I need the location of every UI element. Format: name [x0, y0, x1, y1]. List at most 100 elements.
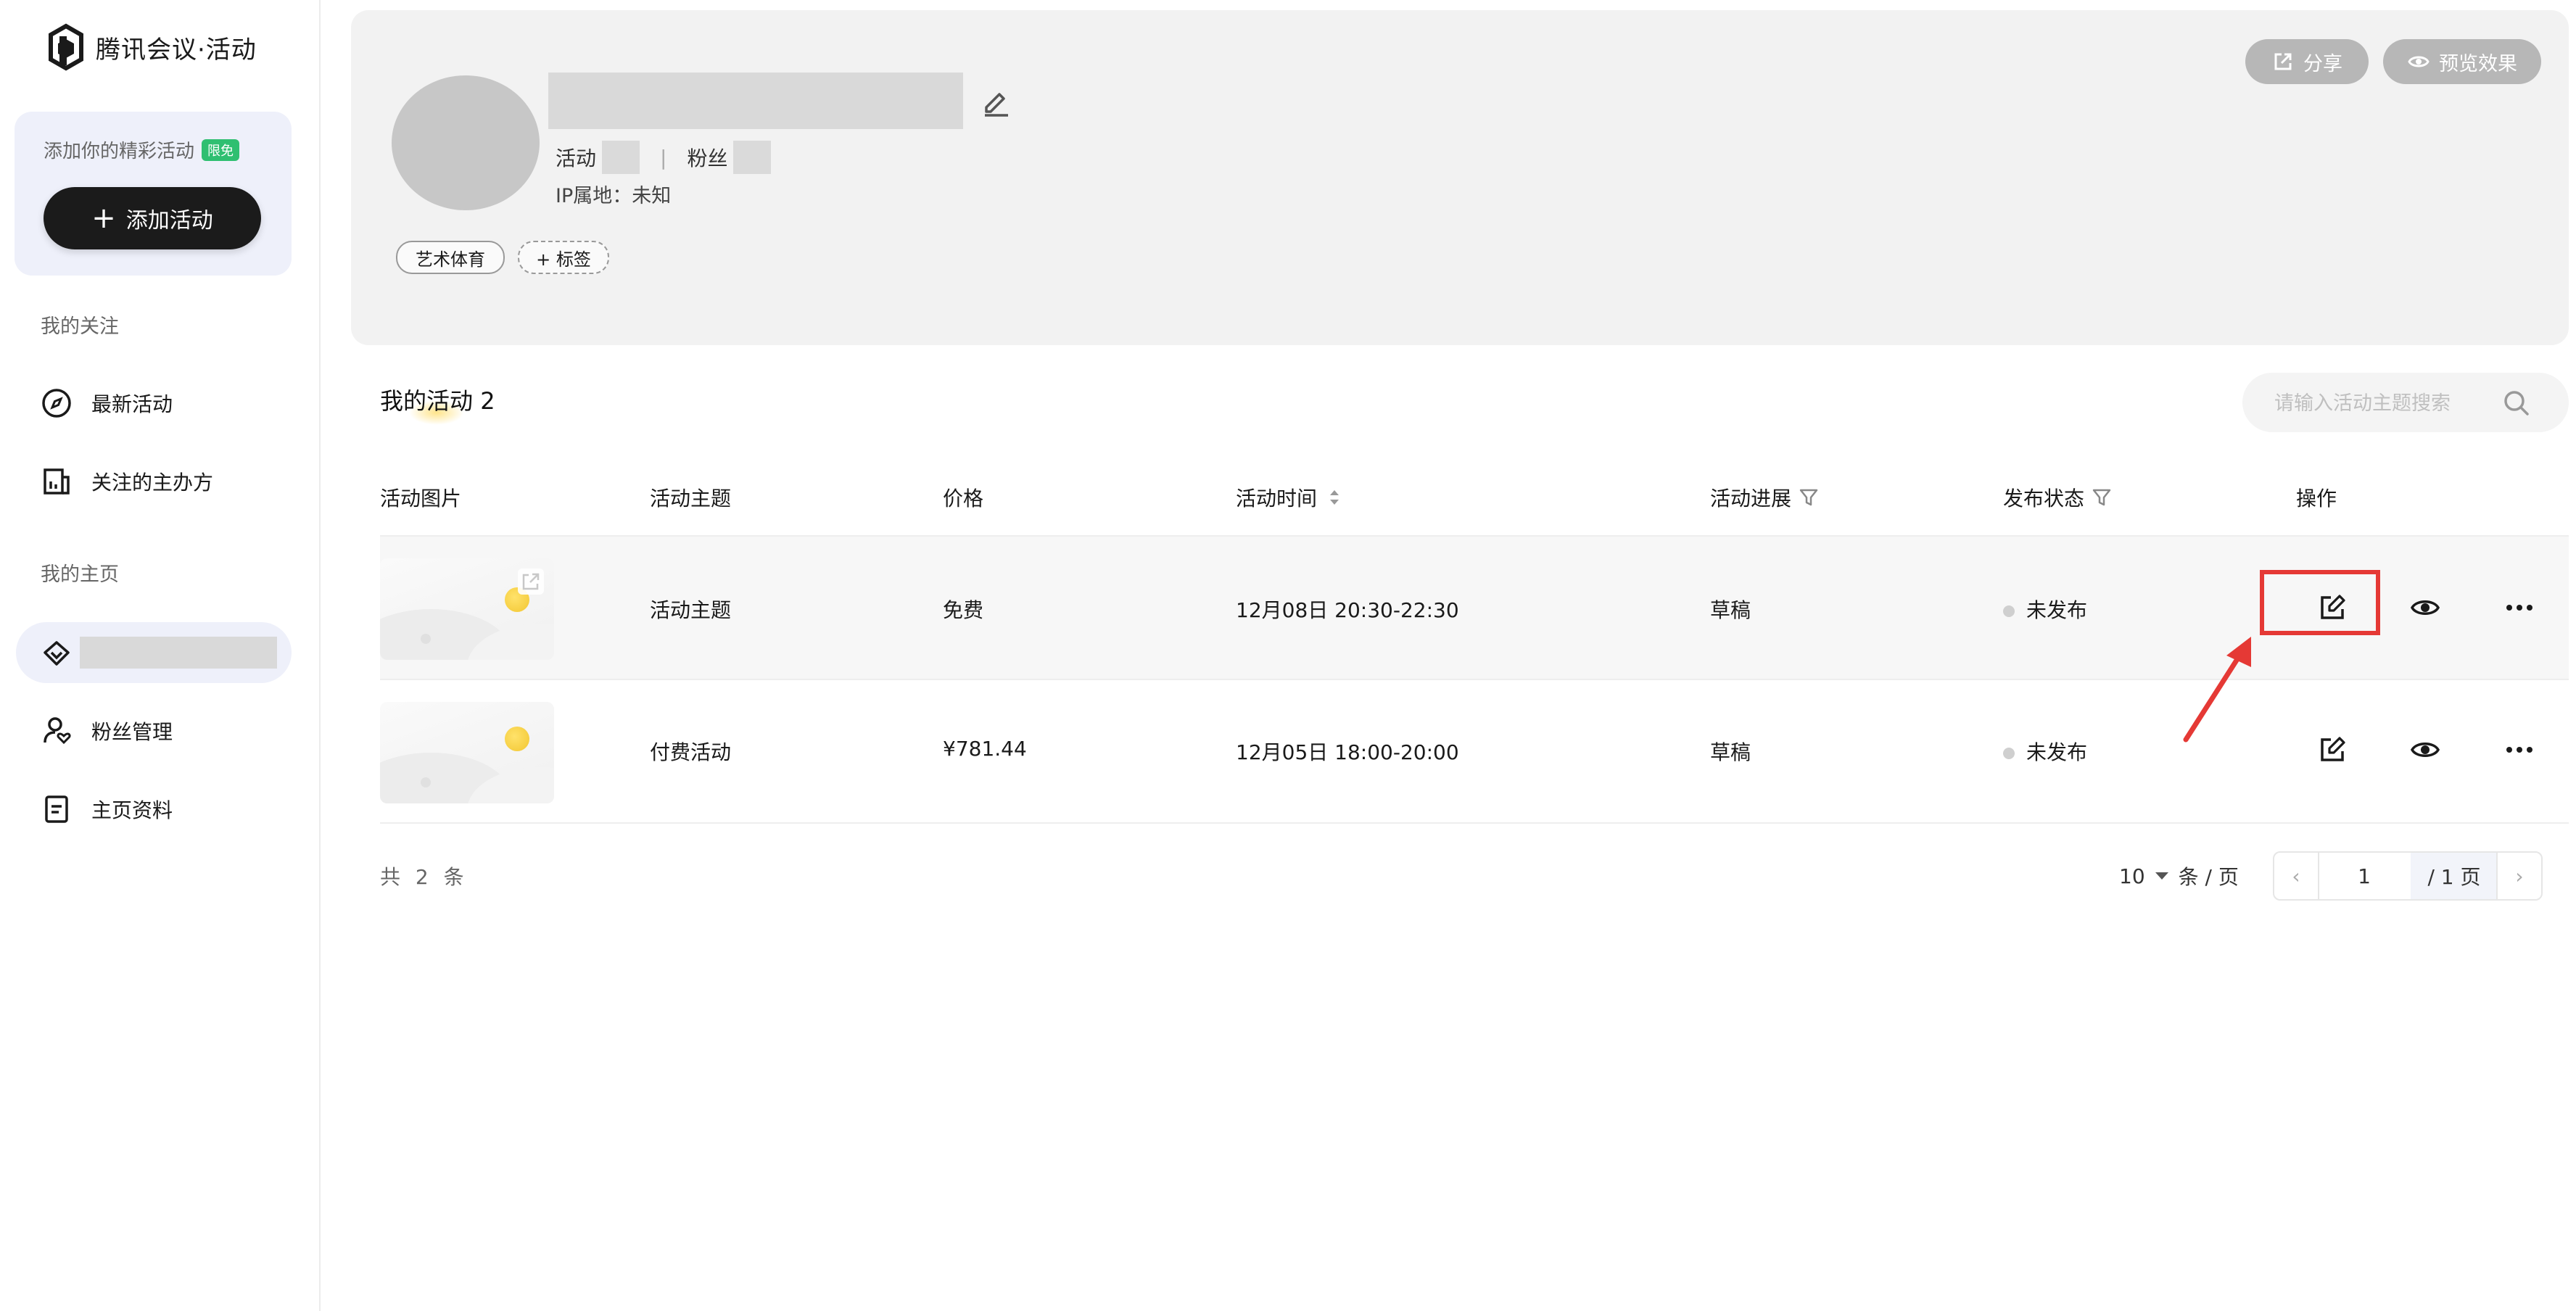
sort-icon[interactable]: [1324, 487, 1345, 508]
edit-pen-icon[interactable]: [979, 84, 1012, 117]
column-label: 活动进展: [1710, 487, 1792, 510]
my-activities-title: 我的活动 2: [380, 383, 495, 416]
chevron-left-icon: ‹: [2292, 864, 2300, 888]
share-label: 分享: [2303, 52, 2342, 75]
stat-fans-label: 粉丝: [687, 146, 728, 170]
activity-thumbnail[interactable]: [380, 702, 554, 803]
column-label: 价格: [943, 487, 984, 510]
caret-down-icon: [2155, 872, 2168, 880]
activity-progress: 草稿: [1710, 740, 1751, 764]
page-size-value: 10: [2119, 864, 2145, 888]
activity-price: ¥781.44: [943, 737, 1027, 761]
column-header-status[interactable]: 发布状态: [2003, 483, 2112, 512]
preview-label: 预览效果: [2439, 52, 2517, 75]
page-size-selector[interactable]: 10 条 / 页: [2119, 861, 2239, 890]
stat-divider: |: [660, 145, 667, 170]
sidebar-item-my-homepage[interactable]: [16, 622, 292, 683]
column-label: 活动主题: [650, 487, 732, 510]
thumbnail-dot: [421, 777, 431, 787]
search-icon[interactable]: [2501, 387, 2532, 419]
compass-icon: [42, 389, 71, 418]
external-link-icon[interactable]: [518, 568, 544, 595]
eye-icon: [2408, 56, 2430, 67]
add-tag-button[interactable]: + 标签: [518, 241, 609, 274]
stat-activity-label: 活动: [556, 146, 597, 170]
page-total: / 1 页: [2411, 853, 2498, 899]
sidebar-item-label: 关注的主办方: [91, 471, 214, 495]
brand-logo[interactable]: 腾讯会议·活动: [46, 22, 257, 73]
activity-time: 12月05日 18:00-20:00: [1236, 740, 1459, 764]
publish-status: 未发布: [2003, 595, 2087, 624]
column-header-progress[interactable]: 活动进展: [1710, 483, 1819, 512]
add-activity-label: 添加活动: [125, 208, 213, 233]
column-label: 操作: [2296, 487, 2337, 510]
stat-activity-value-placeholder: [602, 141, 640, 174]
more-options-icon[interactable]: [2503, 592, 2535, 624]
chevron-right-icon: ›: [2515, 864, 2524, 888]
add-activity-button[interactable]: + 添加活动: [44, 187, 261, 249]
thumbnail-sun: [505, 727, 529, 751]
filter-icon[interactable]: [1799, 487, 1819, 508]
status-label: 未发布: [2026, 598, 2088, 622]
promo-card: 添加你的精彩活动 限免 + 添加活动: [15, 112, 292, 276]
column-header-image: 活动图片: [380, 483, 461, 512]
activity-thumbnail[interactable]: [380, 558, 554, 660]
avatar[interactable]: [392, 75, 540, 210]
tencent-meeting-logo-icon: [49, 23, 83, 71]
activity-search-box[interactable]: [2242, 373, 2569, 432]
sidebar: 腾讯会议·活动 添加你的精彩活动 限免 + 添加活动 我的关注 最新活动 关注的…: [0, 0, 321, 1311]
organizer-icon: [44, 468, 70, 495]
sidebar-item-label: 主页资料: [91, 798, 173, 822]
profile-stats: 活动 | 粉丝: [556, 141, 772, 174]
promo-title: 添加你的精彩活动 限免: [44, 136, 240, 163]
edit-highlight-box: [2260, 570, 2380, 635]
total-count: 共 2 条: [380, 865, 468, 889]
ip-location: IP属地：未知: [556, 185, 672, 207]
column-header-price: 价格: [943, 483, 983, 512]
publish-status: 未发布: [2003, 737, 2087, 766]
sidebar-item-followed-organizers[interactable]: 关注的主办方: [41, 460, 213, 503]
annotation-arrow-icon: [2183, 637, 2251, 743]
tag-art-sports[interactable]: 艺术体育: [396, 241, 505, 274]
promo-title-text: 添加你的精彩活动: [44, 141, 195, 162]
column-header-topic: 活动主题: [650, 483, 731, 512]
page-size-unit: 条 / 页: [2178, 865, 2239, 889]
preview-button[interactable]: 预览效果: [2383, 39, 2541, 84]
search-input[interactable]: [2273, 386, 2515, 421]
more-options-icon[interactable]: [2503, 734, 2535, 766]
column-header-time[interactable]: 活动时间: [1236, 483, 1345, 512]
sidebar-item-label: 粉丝管理: [91, 720, 173, 744]
edit-icon[interactable]: [2316, 734, 2348, 766]
activity-topic: 付费活动: [650, 740, 732, 764]
sidebar-item-label: 最新活动: [91, 392, 173, 416]
sidebar-item-fans-management[interactable]: 粉丝管理: [41, 709, 173, 753]
table-divider: [380, 822, 2569, 824]
column-label: 活动时间: [1236, 487, 1318, 510]
filter-icon[interactable]: [2092, 487, 2112, 508]
thumbnail-dot: [421, 634, 431, 644]
sidebar-item-latest-activities[interactable]: 最新活动: [41, 381, 173, 425]
current-page-input[interactable]: 1: [2319, 853, 2409, 899]
share-icon: [2274, 53, 2292, 70]
view-eye-icon[interactable]: [2409, 592, 2441, 624]
activity-time: 12月08日 20:30-22:30: [1236, 598, 1459, 622]
section-my-home: 我的主页: [41, 563, 119, 586]
stat-fans-value-placeholder: [733, 141, 772, 174]
sidebar-item-homepage-profile[interactable]: 主页资料: [41, 787, 173, 831]
profile-name-placeholder: [548, 73, 963, 129]
next-page-button[interactable]: ›: [2496, 853, 2541, 899]
column-label: 活动图片: [380, 487, 462, 510]
my-activities-label: 我的活动: [380, 387, 474, 415]
column-header-actions: 操作: [2296, 483, 2337, 512]
pagination: ‹ 1 / 1 页 ›: [2273, 851, 2543, 901]
column-label: 发布状态: [2003, 487, 2085, 510]
activity-progress: 草稿: [1710, 598, 1751, 622]
user-heart-icon: [44, 717, 71, 745]
activity-topic: 活动主题: [650, 598, 732, 622]
view-eye-icon[interactable]: [2409, 734, 2441, 766]
profile-header-card: 活动 | 粉丝 IP属地：未知 艺术体育 + 标签 分享 预览效果: [351, 10, 2569, 345]
prev-page-button[interactable]: ‹: [2274, 853, 2319, 899]
status-dot: [2003, 748, 2015, 759]
activity-price: 免费: [943, 598, 984, 622]
share-button[interactable]: 分享: [2245, 39, 2369, 84]
